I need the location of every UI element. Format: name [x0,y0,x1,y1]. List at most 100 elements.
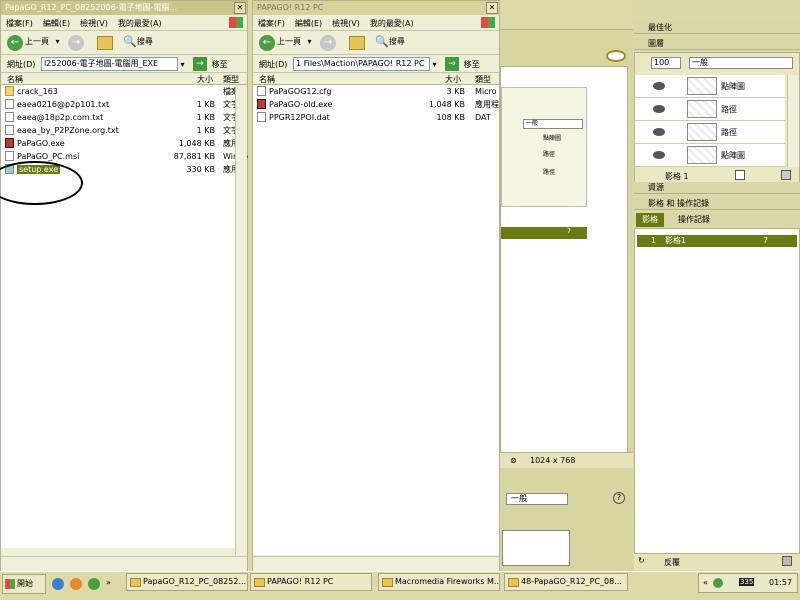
blend-mode-mini[interactable]: 一般 [523,119,583,129]
file-row[interactable]: PaPaGO-old.exe 1,048 KB 應用程 [253,98,499,111]
eye-icon[interactable] [653,151,665,159]
go-arrow-icon[interactable]: → [193,57,208,71]
left-address-bar: 網址(D) l252006-電子地圖-電腦用_EXE ▾ → 移至 [1,55,247,73]
loop-label: 反覆 [664,558,680,567]
eye-icon[interactable] [653,82,665,90]
column-size[interactable]: 大小 [445,74,461,85]
forward-arrow-icon[interactable]: → [68,35,85,51]
file-name: PaPaGOG12.cfg [257,85,331,98]
properties-blend-select[interactable]: 一般 [506,493,568,505]
delete-layer-icon[interactable] [781,170,791,180]
search-icon[interactable]: 🔍 [375,35,389,48]
layers-list: 點陣圖 路徑 路徑 點陣圖 [635,75,785,167]
address-input[interactable]: l252006-電子地圖-電腦用_EXE [40,57,178,71]
search-icon[interactable]: 🔍 [123,35,137,48]
column-size[interactable]: 大小 [197,74,213,85]
layer-row[interactable]: 路徑 [635,98,785,121]
frame-row[interactable]: 1 影格1 7 [637,235,797,247]
go-button[interactable]: 移至 [464,59,480,70]
layer-row[interactable]: 點陣圖 [635,144,785,167]
horizontal-scrollbar[interactable] [1,556,247,569]
media-icon[interactable] [70,578,82,590]
search-button[interactable]: 搜尋 [389,36,405,47]
blend-mode-select[interactable]: 一般 [689,57,793,69]
browser-icon[interactable] [88,578,100,590]
address-dropdown-icon[interactable]: ▾ [181,60,191,69]
clock[interactable]: 01:57 [769,578,792,587]
menu-favorites[interactable]: 我的最愛(A) [113,15,167,30]
new-layer-icon[interactable] [735,170,745,180]
eye-icon[interactable] [653,105,665,113]
frame-delay[interactable]: 7 [763,235,768,247]
up-folder-icon[interactable] [348,36,365,50]
layer-row[interactable]: 路徑 [635,121,785,144]
file-row[interactable]: PPGR12POI.dat 108 KB DAT [253,111,499,124]
file-row[interactable]: PaPaGO.exe1,048 KB應用程 [1,137,247,150]
address-dropdown-icon[interactable]: ▾ [433,60,443,69]
ie-icon[interactable] [52,578,64,590]
back-button[interactable]: 上一頁 [25,36,49,47]
help-icon[interactable]: ? [613,492,625,504]
eye-icon[interactable] [653,128,665,136]
taskbar-item-explorer-1[interactable]: PapaGO_R12_PC_08252... [126,573,248,591]
network-icon[interactable] [713,578,723,588]
close-button[interactable]: ✕ [234,2,246,14]
address-input[interactable]: 1 Files\Maction\PAPAGO! R12 PC [292,57,430,71]
trash-icon[interactable] [782,556,792,566]
tab-history[interactable]: 操作記錄 [672,213,716,227]
menu-view[interactable]: 檢視(V) [75,15,113,30]
layers-scrollbar[interactable] [787,75,799,167]
column-name[interactable]: 名稱 [7,74,23,85]
forward-arrow-icon[interactable]: → [320,35,337,51]
right-window-title[interactable]: PAPAGO! R12 PC [253,1,499,15]
column-type[interactable]: 類型 [475,74,491,85]
tab-frames[interactable]: 影格 [636,213,664,227]
properties-field[interactable] [502,530,570,566]
start-button[interactable]: 開始 [2,574,46,594]
horizontal-scrollbar[interactable] [253,556,499,569]
frames-history-header[interactable]: 影格 和 操作記錄 [634,198,800,210]
menu-favorites[interactable]: 我的最愛(A) [365,15,419,30]
file-row[interactable]: PaPaGOG12.cfg 3 KB Micro [253,85,499,98]
tray-arrow-icon[interactable]: « [703,578,708,587]
quicklaunch-arrow-icon[interactable]: » [106,578,111,587]
close-button[interactable]: ✕ [486,2,498,14]
dropdown-arrow-icon[interactable]: ▾ [56,37,60,46]
up-folder-icon[interactable] [96,36,113,50]
file-row[interactable]: eaea0216@p2p101.txt1 KB文字文 [1,98,247,111]
file-row[interactable]: eaea_by_P2PZone.org.txt1 KB文字文 [1,124,247,137]
search-button[interactable]: 搜尋 [137,36,153,47]
assets-panel-header[interactable]: 資源 [634,182,800,194]
layer-row[interactable]: 點陣圖 [635,75,785,98]
optimize-panel-header[interactable]: 最佳化 [634,22,800,34]
frames-tabs: 影格 操作記錄 [634,213,800,227]
dropdown-arrow-icon[interactable]: ▾ [308,37,312,46]
file-row[interactable]: crack_163檔案資 [1,85,247,98]
close-icon[interactable]: ⊗ [510,456,517,465]
menu-file[interactable]: 檔案(F) [1,15,38,30]
dat-icon [257,111,266,122]
menu-view[interactable]: 檢視(V) [327,15,365,30]
opacity-field[interactable]: 100 [651,57,681,69]
loop-icon[interactable]: ↻ [638,556,645,565]
back-arrow-icon[interactable]: ← [7,35,23,51]
column-name[interactable]: 名稱 [259,74,275,85]
layers-panel-header[interactable]: 圖層 [634,38,800,50]
menu-edit[interactable]: 編輯(E) [290,15,327,30]
go-arrow-icon[interactable]: → [445,57,460,71]
tray-badge[interactable]: 335 [739,578,755,586]
back-button[interactable]: 上一頁 [277,36,301,47]
taskbar-item-fireworks[interactable]: Macromedia Fireworks M... [378,573,500,591]
taskbar-item-folder[interactable]: 48-PapaGO_R12_PC_08... [504,573,628,591]
vertical-scrollbar[interactable] [235,87,247,555]
file-row[interactable]: eaea@18p2p.com.txt1 KB文字文 [1,111,247,124]
menu-edit[interactable]: 編輯(E) [38,15,75,30]
taskbar-item-explorer-2[interactable]: PAPAGO! R12 PC [250,573,372,591]
file-name: PaPaGO.exe [5,137,65,150]
back-arrow-icon[interactable]: ← [259,35,275,51]
column-type[interactable]: 類型 [223,74,239,85]
go-button[interactable]: 移至 [212,59,228,70]
left-window-title[interactable]: PapaGO_R12_PC_08252006-電子地圖-電腦... [1,1,247,15]
menu-file[interactable]: 檔案(F) [253,15,290,30]
file-name: eaea0216@p2p101.txt [5,98,109,111]
